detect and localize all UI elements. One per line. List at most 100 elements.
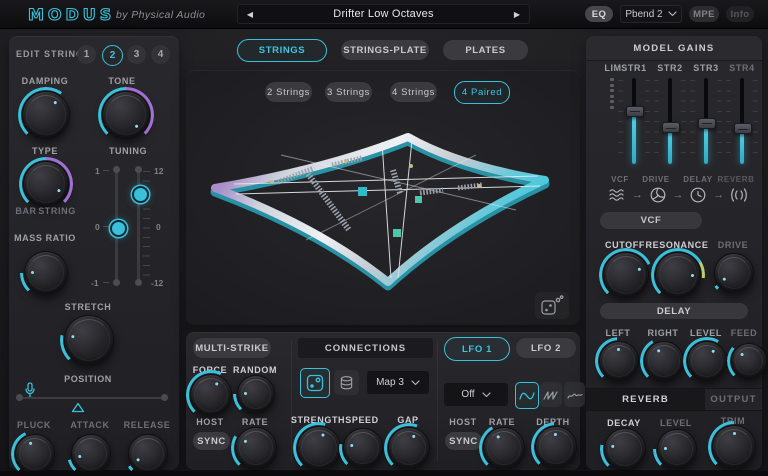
- delay-feed-knob[interactable]: [731, 343, 767, 379]
- logo-tagline: by Physical Audio: [116, 9, 205, 21]
- ms-rate-knob[interactable]: [235, 427, 277, 469]
- mass-ratio-knob[interactable]: [24, 251, 68, 295]
- dice-icon: [539, 295, 565, 317]
- knob-arc: [653, 425, 701, 473]
- tab-strings-plate[interactable]: STRINGS-PLATE: [341, 40, 429, 60]
- sine-wave-icon: [519, 390, 535, 402]
- fine-scale-top: 12: [154, 166, 163, 176]
- gain-slider-str3[interactable]: [698, 78, 714, 164]
- randomize-button[interactable]: [535, 292, 569, 319]
- knob-arc: [19, 157, 73, 211]
- cutoff-knob[interactable]: [603, 252, 649, 298]
- stretch-knob[interactable]: [64, 315, 114, 365]
- position-slider[interactable]: [19, 397, 165, 399]
- info-button[interactable]: Info: [726, 6, 754, 22]
- gap-knob[interactable]: [388, 427, 430, 469]
- multi-strike-header[interactable]: MULTI-STRIKE: [193, 338, 271, 358]
- slider-thumb[interactable]: [626, 106, 644, 117]
- drive-swirl-icon: [649, 186, 667, 204]
- mpe-button[interactable]: MPE: [689, 6, 719, 22]
- type-string-label: STRING: [38, 206, 76, 216]
- knob-arc: [708, 421, 760, 473]
- gain-slider-str2[interactable]: [662, 78, 678, 164]
- damping-knob[interactable]: [22, 91, 70, 139]
- lfo-ramp-button[interactable]: [540, 382, 562, 407]
- delay-left-knob[interactable]: [599, 341, 639, 381]
- gain-slider-str1[interactable]: [626, 78, 642, 164]
- tab-reverb[interactable]: REVERB: [586, 389, 705, 410]
- slider-thumb[interactable]: [662, 122, 680, 133]
- knob-arc: [531, 422, 581, 472]
- str3-label: STR3: [693, 63, 718, 73]
- preset-selector[interactable]: ◀ Drifter Low Octaves ▶: [237, 4, 530, 24]
- preset-prev-icon[interactable]: ◀: [237, 10, 263, 19]
- string-select-3[interactable]: 3: [127, 45, 146, 64]
- preset-name[interactable]: Drifter Low Octaves: [263, 8, 504, 20]
- tab-plates[interactable]: PLATES: [443, 40, 528, 60]
- random-knob[interactable]: [237, 375, 275, 413]
- ms-sync-button[interactable]: SYNC: [193, 432, 230, 450]
- eq-button[interactable]: EQ: [585, 6, 613, 22]
- lfo-rate-knob[interactable]: [483, 427, 525, 469]
- knob-arc: [231, 423, 281, 473]
- knob-arc: [595, 337, 643, 385]
- lfo-sine-button[interactable]: [515, 382, 539, 409]
- string-select-2[interactable]: 2: [102, 45, 123, 66]
- trim-knob[interactable]: [712, 425, 756, 469]
- knob-arc: [339, 424, 387, 472]
- tone-knob[interactable]: [102, 91, 150, 139]
- knob-arc: [67, 430, 115, 476]
- preset-next-icon[interactable]: ▶: [504, 10, 530, 19]
- position-marker-icon[interactable]: [71, 402, 85, 413]
- fx-chain-row: → → →: [608, 186, 748, 204]
- chain-arrow: →: [668, 189, 687, 201]
- chain-arrow: →: [709, 189, 728, 201]
- connections-random-button[interactable]: [300, 368, 330, 398]
- tuning-coarse-thumb[interactable]: [110, 220, 127, 237]
- connections-preset-button[interactable]: [334, 370, 359, 395]
- tab-lfo-1[interactable]: LFO 1: [444, 337, 510, 361]
- tab-output[interactable]: OUTPUT: [705, 389, 762, 410]
- reverb-output-tabs: REVERB OUTPUT: [586, 388, 762, 411]
- ms-host-label: HOST: [196, 417, 223, 427]
- knob-arc: [293, 422, 345, 474]
- release-knob[interactable]: [128, 434, 168, 474]
- map-select-value: Map 3: [376, 377, 404, 388]
- attack-knob[interactable]: [71, 434, 111, 474]
- vcf-section-header[interactable]: VCF: [600, 212, 702, 229]
- delay-level-knob[interactable]: [687, 341, 727, 381]
- tab-lfo-2[interactable]: LFO 2: [516, 338, 576, 358]
- tuning-fine-thumb[interactable]: [132, 186, 149, 203]
- modus-plugin-window: MODUS by Physical Audio ◀ Drifter Low Oc…: [0, 0, 768, 476]
- gain-slider-str4[interactable]: [734, 78, 750, 164]
- string-model-render[interactable]: [186, 70, 580, 325]
- lfo-wave-select[interactable]: Off: [443, 382, 509, 407]
- reverb-level-knob[interactable]: [657, 429, 697, 469]
- knob-arc: [124, 430, 172, 476]
- strength-knob[interactable]: [297, 426, 341, 470]
- speed-knob[interactable]: [343, 428, 383, 468]
- type-knob[interactable]: [23, 161, 69, 207]
- lim-label: LIM: [604, 63, 621, 73]
- string-select-4[interactable]: 4: [151, 45, 170, 64]
- string-select-1[interactable]: 1: [77, 45, 96, 64]
- lfo-random-button[interactable]: [564, 382, 585, 407]
- knob-arc: [651, 248, 705, 302]
- pluck-knob[interactable]: [15, 434, 55, 474]
- delay-section-header[interactable]: DELAY: [600, 303, 748, 319]
- tone-label: TONE: [108, 76, 135, 86]
- force-knob[interactable]: [190, 374, 232, 416]
- top-bar: MODUS by Physical Audio ◀ Drifter Low Oc…: [0, 0, 768, 29]
- lfo-depth-knob[interactable]: [535, 426, 577, 468]
- slider-thumb[interactable]: [734, 123, 752, 134]
- delay-right-knob[interactable]: [644, 341, 684, 381]
- tab-strings[interactable]: STRINGS: [237, 39, 327, 62]
- slider-thumb[interactable]: [698, 118, 716, 129]
- map-select[interactable]: Map 3: [366, 370, 430, 395]
- vcf-drive-knob[interactable]: [714, 253, 754, 293]
- lfo-sync-button[interactable]: SYNC: [445, 432, 482, 450]
- pitch-bend-select[interactable]: Pbend 2: [620, 5, 682, 23]
- str1-label: STR1: [621, 63, 646, 73]
- resonance-knob[interactable]: [655, 252, 701, 298]
- decay-knob[interactable]: [604, 428, 646, 470]
